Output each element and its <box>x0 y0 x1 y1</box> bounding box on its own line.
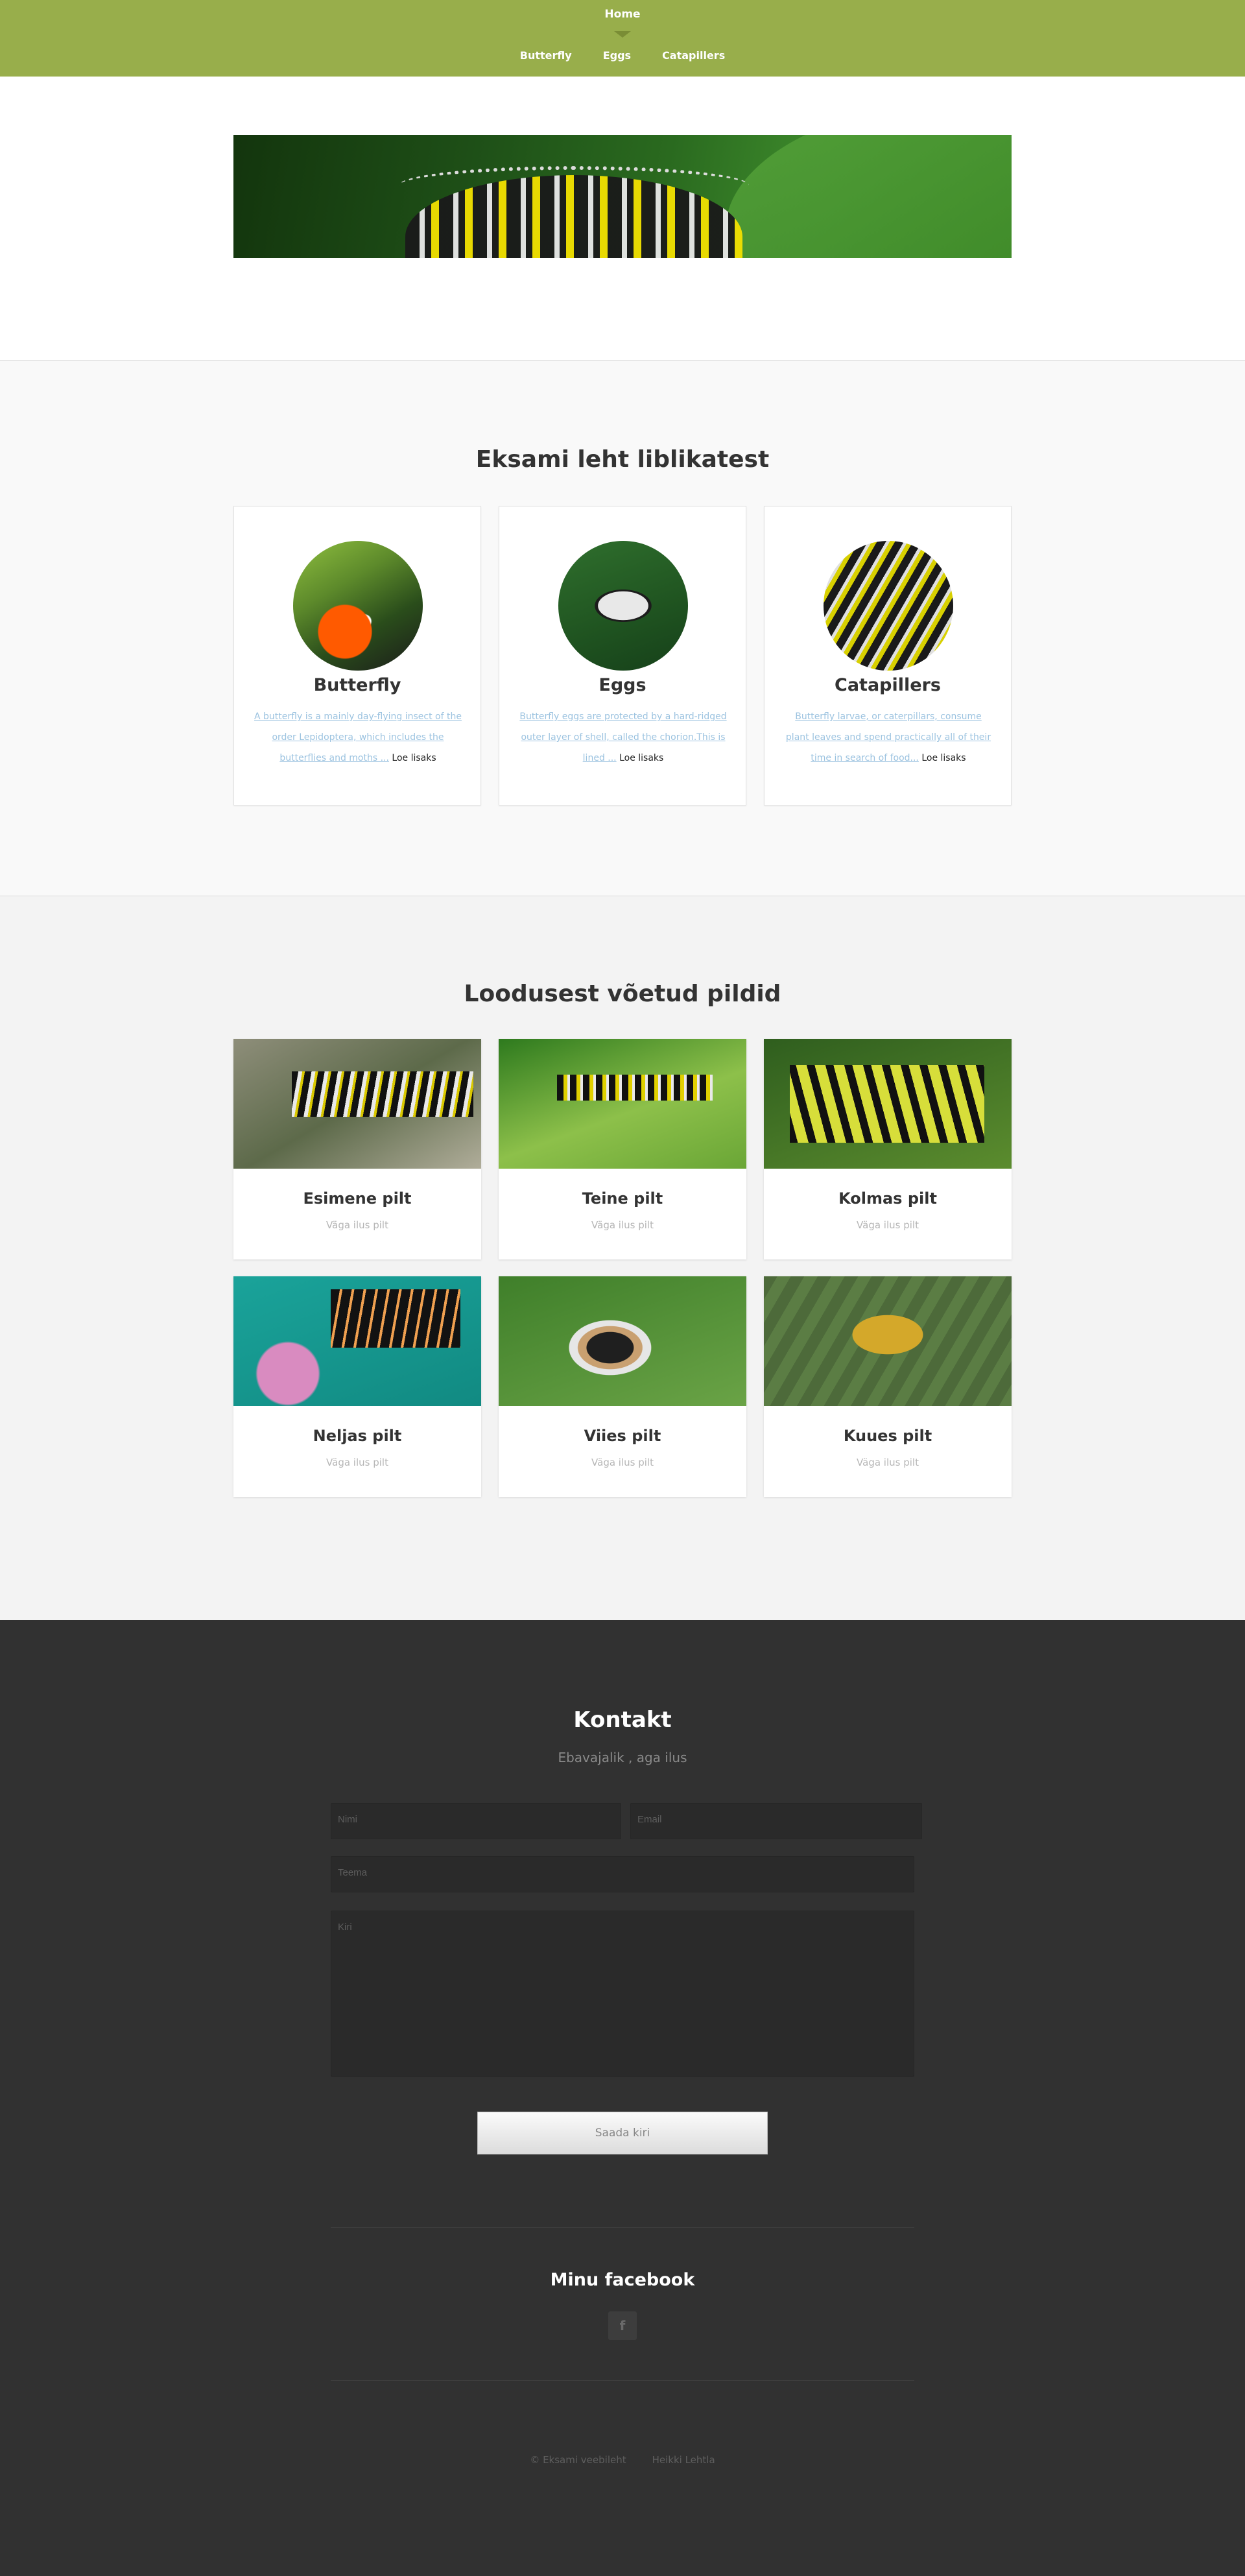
catapillers-thumbnail <box>824 541 953 671</box>
card-title: Eggs <box>599 675 646 695</box>
gallery-image <box>233 1276 481 1406</box>
card-text: Butterfly larvae, or caterpillars, consu… <box>784 706 993 769</box>
intro-section-title: Eksami leht liblikatest <box>475 446 770 473</box>
contact-subtitle: Ebavajalik , aga ilus <box>558 1750 687 1765</box>
gallery-item-caption: Väga ilus pilt <box>326 1457 388 1468</box>
butterfly-thumbnail <box>293 541 423 671</box>
gallery-item-caption: Väga ilus pilt <box>326 1219 388 1231</box>
gallery-item[interactable]: Viies pilt Väga ilus pilt <box>499 1276 746 1497</box>
banner-caterpillar-hair <box>399 166 749 205</box>
top-nav: Home Butterfly Eggs Catapillers <box>0 0 1245 77</box>
read-more-link[interactable]: Loe lisaks <box>921 753 966 763</box>
nav-links: Butterfly Eggs Catapillers <box>0 49 1245 62</box>
gallery-item-title: Neljas pilt <box>313 1427 402 1445</box>
subject-field[interactable]: Teema <box>331 1856 914 1892</box>
nav-link-catapillers[interactable]: Catapillers <box>662 49 725 62</box>
card-text: A butterfly is a mainly day-flying insec… <box>254 706 462 769</box>
gallery-image <box>499 1276 746 1406</box>
divider <box>331 2380 914 2381</box>
card-eggs: Eggs Butterfly eggs are protected by a h… <box>499 506 746 805</box>
banner-leaf <box>704 135 1012 258</box>
contact-title: Kontakt <box>573 1707 672 1733</box>
gallery-item[interactable]: Teine pilt Väga ilus pilt <box>499 1039 746 1259</box>
gallery-item-title: Teine pilt <box>582 1189 663 1208</box>
gallery-image <box>499 1039 746 1169</box>
gallery-item[interactable]: Esimene pilt Väga ilus pilt <box>233 1039 481 1259</box>
gallery-item-title: Kolmas pilt <box>838 1189 937 1208</box>
gallery-item[interactable]: Neljas pilt Väga ilus pilt <box>233 1276 481 1497</box>
gallery-item-caption: Väga ilus pilt <box>591 1457 654 1468</box>
gallery-item[interactable]: Kuues pilt Väga ilus pilt <box>764 1276 1012 1497</box>
name-field[interactable]: Nimi <box>331 1803 621 1839</box>
gallery-item-title: Viies pilt <box>584 1427 661 1445</box>
card-catapillers: Catapillers Butterfly larvae, or caterpi… <box>764 506 1012 805</box>
gallery-item-caption: Väga ilus pilt <box>857 1219 919 1231</box>
card-title: Butterfly <box>313 675 401 695</box>
read-more-link[interactable]: Loe lisaks <box>392 753 436 763</box>
email-field[interactable]: Email <box>630 1803 922 1839</box>
gallery-item-caption: Väga ilus pilt <box>857 1457 919 1468</box>
message-textarea[interactable]: Kiri <box>331 1911 914 2077</box>
divider <box>331 2227 914 2228</box>
facebook-icon[interactable]: f <box>608 2311 637 2340</box>
gallery-item-title: Esimene pilt <box>303 1189 412 1208</box>
card-title: Catapillers <box>835 675 941 695</box>
author-text: Heikki Lehtla <box>652 2454 715 2466</box>
gallery-item[interactable]: Kolmas pilt Väga ilus pilt <box>764 1039 1012 1259</box>
gallery-image <box>764 1039 1012 1169</box>
send-button[interactable]: Saada kiri <box>477 2112 768 2154</box>
gallery-image <box>233 1039 481 1169</box>
footer-section: Kontakt Ebavajalik , aga ilus Nimi Email… <box>0 1620 1245 2576</box>
card-text: Butterfly eggs are protected by a hard-r… <box>519 706 728 769</box>
gallery-image <box>764 1276 1012 1406</box>
nav-home-link[interactable]: Home <box>0 8 1245 21</box>
nav-link-eggs[interactable]: Eggs <box>603 49 631 62</box>
hero-banner-image <box>233 135 1012 258</box>
facebook-title: Minu facebook <box>550 2270 695 2290</box>
copyright-bar: © Eksami veebileht Heikki Lehtla <box>0 2454 1245 2466</box>
active-caret-icon <box>614 31 631 38</box>
gallery-section-title: Loodusest võetud pildid <box>464 981 781 1007</box>
gallery-item-title: Kuues pilt <box>843 1427 932 1445</box>
card-butterfly: Butterfly A butterfly is a mainly day-fl… <box>233 506 481 805</box>
copyright-text: © Eksami veebileht <box>530 2454 626 2466</box>
eggs-thumbnail <box>558 541 688 671</box>
nav-link-butterfly[interactable]: Butterfly <box>520 49 572 62</box>
read-more-link[interactable]: Loe lisaks <box>619 753 663 763</box>
gallery-item-caption: Väga ilus pilt <box>591 1219 654 1231</box>
